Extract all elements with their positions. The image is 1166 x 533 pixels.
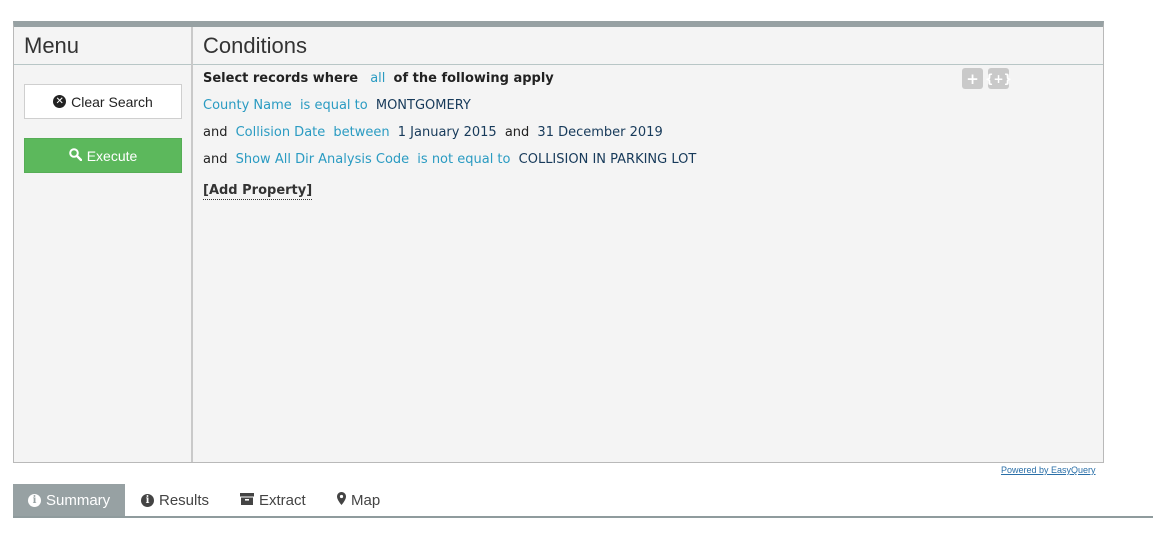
menu-column: Menu ✕ Clear Search Execute [14,27,193,462]
search-icon [68,147,82,164]
tab-summary[interactable]: i Summary [13,484,126,516]
add-group-button[interactable]: {+} [984,68,1013,89]
condition-conjunction: and [203,125,228,140]
quantifier-link[interactable]: all [370,71,385,86]
tab-results[interactable]: i Results [141,484,209,516]
condition-value2-link[interactable]: 31 December 2019 [537,125,662,140]
condition-row: and Show All Dir Analysis Code is not eq… [203,150,1103,177]
condition-between-and: and [504,125,530,140]
braces-plus-icon: {+} [984,71,1013,86]
tab-label: Summary [46,491,111,509]
condition-controls: + {+} [962,68,1013,89]
query-panel: Menu ✕ Clear Search Execute Conditions +… [13,21,1104,463]
tab-label: Extract [259,491,306,509]
archive-icon [240,492,254,509]
plus-icon: + [966,69,979,88]
map-marker-icon [337,491,346,509]
condition-row: and Collision Date between 1 January 201… [203,123,1103,150]
clear-search-label: Clear Search [71,93,153,110]
conditions-column: Conditions + {+} Select records where al… [193,27,1103,462]
add-condition-button[interactable]: + [962,68,983,89]
condition-value-link[interactable]: COLLISION IN PARKING LOT [519,152,697,167]
condition-operator-link[interactable]: is not equal to [417,152,510,167]
condition-value-link[interactable]: MONTGOMERY [376,98,471,113]
condition-field-link[interactable]: County Name [203,98,292,113]
info-icon: i [28,493,41,507]
powered-by-link[interactable]: Powered by EasyQuery [1001,465,1096,475]
tab-label: Results [159,491,210,509]
condition-field-link[interactable]: Show All Dir Analysis Code [236,152,410,167]
info-icon: i [141,493,154,507]
condition-value-link[interactable]: 1 January 2015 [398,125,497,140]
condition-field-link[interactable]: Collision Date [236,125,326,140]
condition-operator-link[interactable]: is equal to [300,98,368,113]
condition-row: County Name is equal to MONTGOMERY [203,96,1103,123]
tab-extract[interactable]: Extract [240,484,306,516]
tab-label: Map [351,491,381,509]
header-suffix: of the following apply [393,71,554,86]
conditions-title: Conditions [193,27,1103,65]
header-prefix: Select records where [203,71,359,86]
condition-operator-link[interactable]: between [333,125,389,140]
tab-bar: i Summary i Results Extract Map [13,484,1153,518]
menu-title: Menu [14,27,191,65]
condition-conjunction: and [203,152,228,167]
clear-search-button[interactable]: ✕ Clear Search [24,84,182,119]
times-circle-icon: ✕ [53,95,67,108]
add-property-link[interactable]: [Add Property] [203,183,313,200]
execute-label: Execute [86,147,138,164]
execute-button[interactable]: Execute [24,138,182,173]
tab-map[interactable]: Map [337,484,380,516]
